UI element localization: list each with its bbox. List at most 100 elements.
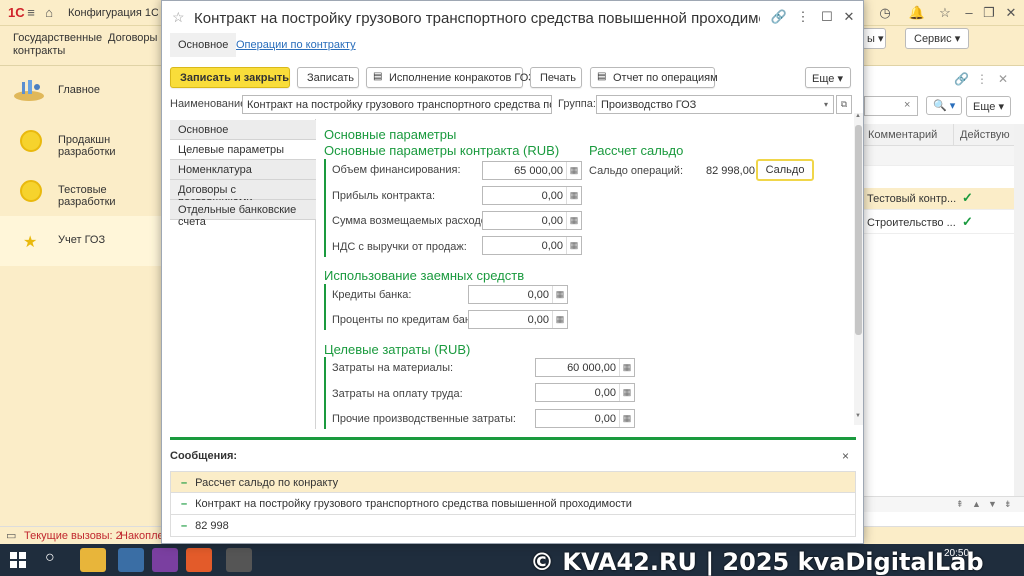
calculator-icon[interactable]: ▦ — [566, 187, 581, 204]
search-button[interactable]: 🔍 ▾ — [926, 96, 963, 115]
messages-divider — [170, 437, 856, 440]
calculator-icon[interactable]: ▦ — [619, 384, 634, 401]
save-button[interactable]: Записать — [297, 67, 359, 88]
menu-item-test[interactable]: Тестовые разработки — [0, 166, 165, 216]
menu-item-production[interactable]: Продакшн разработки — [0, 116, 165, 166]
calculator-icon[interactable]: ▦ — [619, 410, 634, 427]
scroll-down-icon[interactable]: ▼ — [855, 413, 861, 419]
side-tab-target-params[interactable]: Целевые параметры — [170, 140, 316, 160]
side-tab-supplier-contracts[interactable]: Договоры с поставщиками — [170, 180, 316, 208]
calculator-icon[interactable]: ▦ — [552, 286, 567, 303]
close-icon[interactable]: ✕ — [1002, 4, 1020, 22]
calculator-icon[interactable]: ▦ — [619, 359, 634, 376]
vat-field[interactable]: 0,00 ▦ — [482, 236, 582, 255]
section-title-contract: Основные параметры контракта (RUB) — [324, 143, 560, 158]
menu-icon[interactable]: ≡ — [22, 4, 40, 22]
nav-down-icon[interactable]: ▼ — [988, 499, 997, 509]
message-item[interactable]: – Контракт на постройку грузового транспо… — [170, 493, 856, 515]
history-icon[interactable]: ◷ — [876, 4, 894, 22]
notifications-icon[interactable]: 🔔 — [908, 4, 926, 22]
close-icon[interactable]: ✕ — [840, 9, 858, 25]
calculator-icon[interactable]: ▦ — [566, 162, 581, 179]
star-icon[interactable]: ☆ — [936, 4, 954, 22]
table-row[interactable]: Тестовый контр... ✓ — [862, 188, 1014, 210]
financing-field[interactable]: 65 000,00 ▦ — [482, 161, 582, 180]
app-title: Конфигурация 1С:Пр — [68, 7, 158, 19]
profit-field[interactable]: 0,00 ▦ — [482, 186, 582, 205]
nav-first-icon[interactable]: ⇞ — [956, 499, 964, 510]
close-messages-icon[interactable]: × — [842, 449, 849, 463]
status-calls[interactable]: Текущие вызовы: 2 — [24, 530, 122, 542]
message-item[interactable]: – Рассчет сальдо по конракту — [170, 471, 856, 493]
open-icon[interactable]: ⧉ — [836, 95, 852, 114]
close-icon[interactable]: ✕ — [998, 72, 1008, 86]
minimize-icon[interactable]: – — [960, 4, 978, 22]
service-button[interactable]: Сервис ▾ — [905, 28, 970, 49]
restore-icon[interactable]: ❐ — [980, 4, 998, 22]
message-item[interactable]: –82 998 — [170, 515, 856, 537]
link-icon[interactable]: 🔗 — [954, 72, 969, 86]
maximize-icon[interactable]: ☐ — [818, 9, 836, 25]
more-button[interactable]: Еще ▾ — [805, 67, 851, 88]
interest-field[interactable]: 0,00 ▦ — [468, 310, 568, 329]
side-tab-nomenclature[interactable]: Номенклатура — [170, 160, 316, 180]
scroll-thumb[interactable] — [855, 125, 862, 335]
clear-icon[interactable]: × — [904, 99, 910, 111]
other-costs-value: 0,00 — [594, 413, 616, 425]
balance-button[interactable]: Сальдо — [756, 159, 814, 181]
section-title-balance: Рассчет сальдо — [589, 143, 684, 158]
calculator-icon[interactable]: ▦ — [566, 212, 581, 229]
message-dash: – — [181, 498, 188, 510]
materials-field[interactable]: 60 000,00 ▦ — [535, 358, 635, 377]
status-accum[interactable]: Накопле — [120, 530, 164, 542]
table-row[interactable]: Строительство ... ✓ — [862, 212, 1014, 234]
section-gov-contracts[interactable]: Государственные контракты — [13, 32, 103, 58]
home-icon[interactable]: ⌂ — [40, 4, 58, 22]
col-header-active[interactable]: Действую — [954, 124, 1014, 146]
list-nav-bar: ⇞ ▲ ▼ ⇟ — [862, 496, 1024, 512]
side-tab-main[interactable]: Основное — [170, 120, 316, 140]
menu-item-goz[interactable]: ★ Учет ГОЗ — [0, 216, 165, 266]
nav-last-icon[interactable]: ⇟ — [1004, 499, 1012, 510]
list-more-button[interactable]: Еще ▾ — [966, 96, 1011, 117]
report-button[interactable]: ▤ Отчет по операциям — [590, 67, 718, 88]
reimbursed-field[interactable]: 0,00 ▦ — [482, 211, 582, 230]
nav-up-icon[interactable]: ▲ — [972, 499, 981, 509]
name-field[interactable]: Контракт на постройку грузового транспор… — [242, 95, 552, 114]
favorite-icon[interactable]: ☆ — [172, 9, 185, 26]
col-header-comment[interactable]: Комментарий — [862, 124, 954, 146]
group-field[interactable]: Производство ГОЗ — [596, 95, 834, 114]
link-icon[interactable]: 🔗 — [770, 9, 788, 25]
search-icon[interactable]: ○ — [45, 549, 55, 567]
save-and-close-button[interactable]: Записать и закрыть — [170, 67, 290, 88]
tab-operations[interactable]: Операции по контракту — [228, 33, 364, 57]
section-contracts[interactable]: Договоры с — [108, 32, 163, 45]
onec-task-icon[interactable] — [186, 548, 212, 572]
app-task-icon[interactable] — [118, 548, 144, 572]
app-task-icon[interactable] — [152, 548, 178, 572]
windows-start-icon[interactable] — [10, 552, 26, 568]
execution-button[interactable]: ▤ Исполнение конракотов ГОЗ — [366, 67, 535, 88]
app-task-icon[interactable] — [226, 548, 252, 572]
side-tab-bank-accounts[interactable]: Отдельные банковские счета — [170, 200, 316, 228]
calculator-icon[interactable]: ▦ — [566, 237, 581, 254]
loans-field[interactable]: 0,00 ▦ — [468, 285, 568, 304]
messages-title: Сообщения: — [170, 450, 238, 462]
form-scrollbar[interactable]: ▲ ▼ — [854, 113, 863, 425]
tab-main[interactable]: Основное — [170, 33, 237, 57]
menu-item-main[interactable]: Главное — [0, 66, 165, 116]
scroll-up-icon[interactable]: ▲ — [855, 113, 861, 119]
list-scrollbar[interactable] — [1014, 124, 1024, 504]
labor-field[interactable]: 0,00 ▦ — [535, 383, 635, 402]
other-costs-field[interactable]: 0,00 ▦ — [535, 409, 635, 428]
file-explorer-icon[interactable] — [80, 548, 106, 572]
more-vert-icon[interactable]: ⋮ — [794, 9, 812, 25]
print-button[interactable]: Печать — [530, 67, 582, 88]
section-more-button[interactable]: ы ▾ — [862, 28, 886, 49]
table-row[interactable] — [862, 146, 1014, 166]
more-vert-icon[interactable]: ⋮ — [976, 72, 988, 86]
calculator-icon[interactable]: ▦ — [552, 311, 567, 328]
calls-icon: ▭ — [6, 530, 17, 542]
dropdown-icon[interactable]: ▾ — [818, 96, 834, 113]
financing-value: 65 000,00 — [514, 165, 563, 177]
